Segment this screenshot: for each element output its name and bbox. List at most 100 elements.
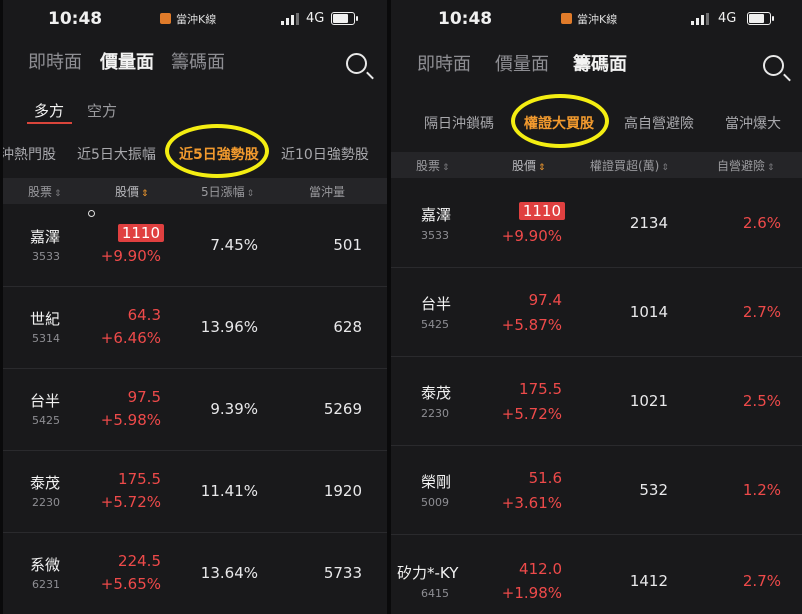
table-row[interactable]: 榮剛 5009 51.6 +3.61% 532 1.2% (391, 445, 802, 535)
header-stock[interactable]: 股票 ⇕ (416, 157, 450, 174)
price-change: +1.98% (501, 584, 562, 602)
warrant-net-buy: 1412 (629, 572, 668, 590)
header-warrant-net-buy[interactable]: 權證買超(萬) ⇕ (590, 157, 669, 174)
stock-price: 97.5 (127, 388, 161, 406)
stock-price: 97.4 (528, 291, 562, 309)
daytrade-volume: 5733 (323, 564, 362, 582)
left-screen: 10:48 當沖K線 4G 即時面 價量面 籌碼面 多方 空方 沖熱門股 近5日… (3, 0, 387, 614)
dealer-hedge: 1.2% (742, 481, 781, 499)
search-icon[interactable] (763, 55, 784, 76)
price-change: +5.87% (501, 316, 562, 334)
table-row[interactable]: 嘉澤 3533 1110 +9.90% 2134 2.6% (391, 178, 802, 268)
stock-code: 6231 (32, 578, 60, 591)
price-change: +5.98% (100, 411, 161, 429)
clock: 10:48 (438, 9, 493, 29)
app-indicator: 當沖K線 (160, 11, 216, 27)
app-name: 當沖K線 (577, 13, 618, 26)
network-label: 4G (718, 11, 737, 26)
stock-price: 412.0 (519, 560, 562, 578)
price-change: +5.65% (100, 575, 161, 593)
stock-name: 泰茂 (421, 384, 452, 402)
warrant-net-buy: 2134 (629, 214, 668, 232)
header-dealer-hedge[interactable]: 自營避險 ⇕ (717, 157, 775, 174)
table-row[interactable]: 矽力*-KY 6415 412.0 +1.98% 1412 2.7% (391, 534, 802, 614)
warrant-net-buy: 1014 (629, 303, 668, 321)
header-5day-gain[interactable]: 5日漲幅 ⇕ (201, 183, 254, 200)
header-price[interactable]: 股價 ⇕ (512, 157, 546, 174)
subtab-daytrade-burst[interactable]: 當沖爆大 (725, 113, 781, 133)
warrant-net-buy: 1021 (629, 392, 668, 410)
signal-icon (281, 13, 299, 25)
tab-realtime[interactable]: 即時面 (28, 48, 82, 74)
stock-price: 1110 (117, 224, 164, 242)
stock-name: 嘉澤 (30, 228, 61, 246)
five-day-gain: 13.64% (200, 564, 258, 582)
stock-price: 175.5 (118, 470, 161, 488)
table-row[interactable]: 系微 6231 224.5 +5.65% 13.64% 5733 (3, 532, 387, 614)
price-change: +9.90% (501, 227, 562, 245)
right-screen: 10:48 當沖K線 4G 即時面 價量面 籌碼面 隔日沖鎖碼 權證大買股 高自… (391, 0, 802, 614)
stock-name: 台半 (30, 392, 61, 410)
table-row[interactable]: 台半 5425 97.5 +5.98% 9.39% 5269 (3, 368, 387, 451)
five-day-gain: 11.41% (200, 482, 258, 500)
header-daytrade-volume[interactable]: 當沖量 (309, 183, 345, 200)
five-day-gain: 13.96% (200, 318, 258, 336)
header-stock[interactable]: 股票 ⇕ (28, 183, 62, 200)
table-row[interactable]: 嘉澤 3533 1110 +9.90% 7.45% 501 (3, 204, 387, 287)
stock-name: 榮剛 (421, 473, 452, 491)
app-logo-icon (160, 13, 171, 24)
tab-short[interactable]: 空方 (87, 100, 117, 121)
tab-chips[interactable]: 籌碼面 (171, 48, 225, 74)
subtab-overnight-lock[interactable]: 隔日沖鎖碼 (424, 113, 494, 133)
price-change: +9.90% (100, 247, 161, 265)
price-change: +5.72% (100, 493, 161, 511)
stock-name: 系微 (30, 556, 61, 574)
stock-price: 51.6 (528, 469, 562, 487)
table-row[interactable]: 台半 5425 97.4 +5.87% 1014 2.7% (391, 267, 802, 357)
header-price[interactable]: 股價 ⇕ (115, 183, 149, 200)
table-row[interactable]: 泰茂 2230 175.5 +5.72% 11.41% 1920 (3, 450, 387, 533)
five-day-gain: 7.45% (210, 236, 258, 254)
price-change: +6.46% (100, 329, 161, 347)
stock-code: 5009 (421, 496, 449, 509)
daytrade-volume: 628 (333, 318, 362, 336)
table-row[interactable]: 泰茂 2230 175.5 +5.72% 1021 2.5% (391, 356, 802, 446)
dealer-hedge: 2.7% (742, 303, 781, 321)
subtab-high-dealer-hedge[interactable]: 高自營避險 (624, 113, 694, 133)
stock-code: 6415 (421, 587, 449, 600)
stock-code: 5314 (32, 332, 60, 345)
stock-code: 5425 (32, 414, 60, 427)
app-logo-icon (561, 13, 572, 24)
dealer-hedge: 2.7% (742, 572, 781, 590)
stock-code: 2230 (421, 407, 449, 420)
search-icon[interactable] (346, 53, 367, 74)
stock-price: 1110 (518, 202, 565, 220)
stock-code: 3533 (32, 250, 60, 263)
tab-realtime[interactable]: 即時面 (417, 50, 471, 76)
signal-icon (691, 13, 709, 25)
daytrade-volume: 1920 (323, 482, 362, 500)
stock-price: 64.3 (127, 306, 161, 324)
subtab-5day-amplitude[interactable]: 近5日大振幅 (77, 144, 156, 164)
stock-name: 世紀 (30, 310, 61, 328)
tab-chips[interactable]: 籌碼面 (573, 50, 627, 76)
status-bar: 10:48 當沖K線 4G (391, 0, 802, 40)
status-bar: 10:48 當沖K線 4G (3, 0, 387, 40)
tab-price-volume[interactable]: 價量面 (100, 48, 154, 74)
tab-long[interactable]: 多方 (34, 100, 64, 121)
stock-name: 嘉澤 (421, 206, 452, 224)
subtab-hot-daytrade[interactable]: 沖熱門股 (3, 144, 56, 164)
table-row[interactable]: 世紀 5314 64.3 +6.46% 13.96% 628 (3, 286, 387, 369)
tab-price-volume[interactable]: 價量面 (495, 50, 549, 76)
price-change: +5.72% (501, 405, 562, 423)
warrant-net-buy: 532 (639, 481, 668, 499)
subtab-10day-strong[interactable]: 近10日強勢股 (281, 144, 369, 164)
stock-price: 224.5 (118, 552, 161, 570)
highlight-circle (165, 124, 269, 178)
main-tabs: 即時面 價量面 籌碼面 (391, 40, 802, 90)
stock-name: 矽力*-KY (397, 564, 459, 582)
stock-name: 台半 (421, 295, 452, 313)
dealer-hedge: 2.6% (742, 214, 781, 232)
daytrade-volume: 5269 (323, 400, 362, 418)
app-name: 當沖K線 (176, 13, 217, 26)
